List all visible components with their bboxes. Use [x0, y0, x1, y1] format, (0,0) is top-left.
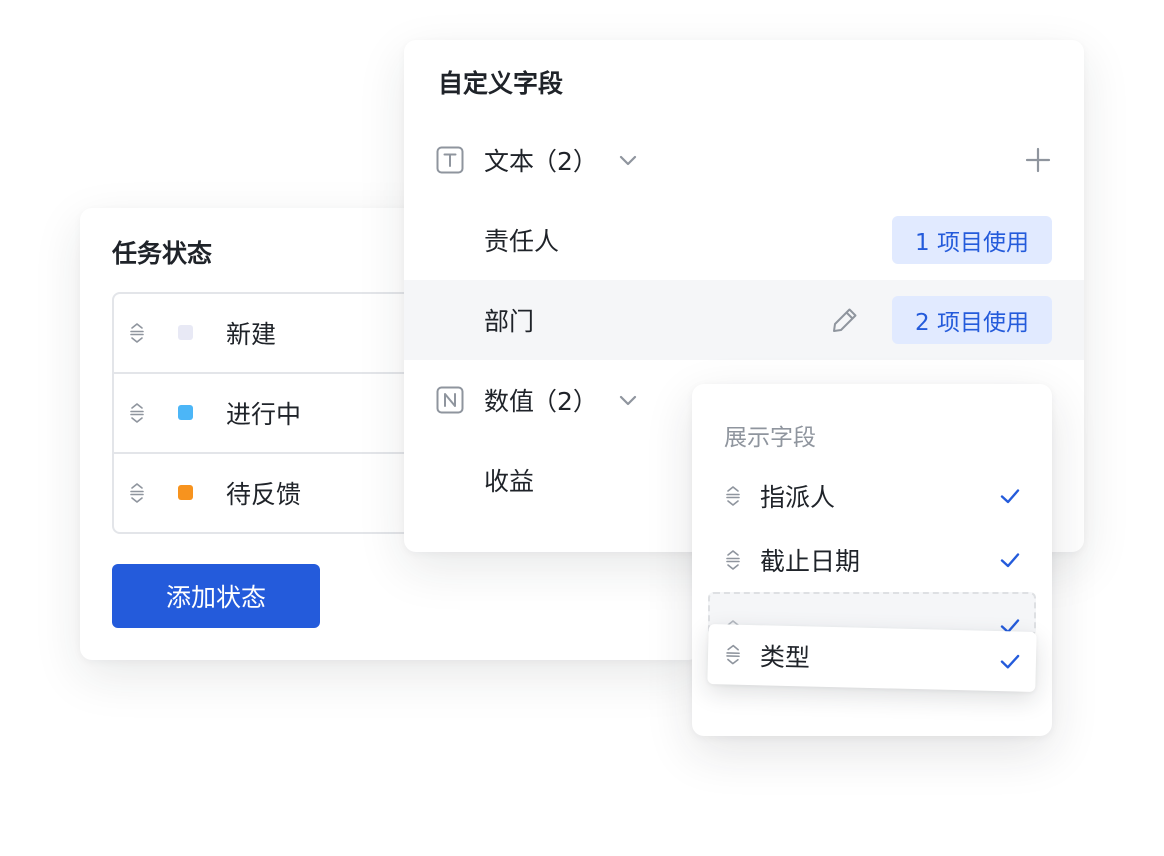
field-group-count: （2） [532, 387, 598, 416]
field-row-assignee[interactable]: 责任人 1 项目使用 [404, 200, 1084, 280]
field-group-text[interactable]: 文本 （2） [404, 120, 1084, 200]
dragging-display-field-row[interactable]: 类型 [707, 624, 1037, 692]
drag-handle-icon[interactable] [128, 321, 146, 345]
display-field-label: 截止日期 [760, 547, 861, 576]
drag-handle-icon[interactable] [724, 548, 742, 572]
check-icon[interactable] [998, 649, 1023, 674]
display-field-label: 指派人 [760, 483, 836, 512]
field-label: 责任人 [484, 227, 560, 256]
status-color-swatch[interactable] [178, 405, 193, 420]
usage-badge[interactable]: 2 项目使用 [892, 296, 1052, 344]
text-type-icon [436, 146, 464, 174]
field-group-count: （2） [532, 147, 598, 176]
drag-handle-icon[interactable] [128, 401, 146, 425]
task-status-title: 任务状态 [112, 239, 213, 268]
chevron-down-icon[interactable] [616, 148, 640, 172]
edit-pencil-icon[interactable] [830, 305, 860, 335]
field-label: 收益 [484, 467, 535, 496]
field-row-department[interactable]: 部门 2 项目使用 [404, 280, 1084, 360]
usage-badge[interactable]: 1 项目使用 [892, 216, 1052, 264]
status-color-swatch[interactable] [178, 325, 193, 340]
status-label[interactable]: 新建 [226, 315, 276, 351]
display-field-row-due-date[interactable]: 截止日期 [708, 530, 1036, 590]
add-status-button[interactable]: 添加状态 [112, 564, 320, 628]
status-color-swatch[interactable] [178, 485, 193, 500]
status-label[interactable]: 待反馈 [226, 475, 301, 511]
field-group-label: 数值 [484, 387, 535, 416]
custom-fields-title: 自定义字段 [438, 69, 564, 98]
add-field-plus-icon[interactable] [1024, 146, 1052, 174]
canvas: 任务状态 新建 进行中 待反馈 添加状态 自定义字段 文本 （2） 责任人 1 … [0, 0, 1164, 856]
status-label[interactable]: 进行中 [226, 395, 301, 431]
display-fields-title: 展示字段 [724, 425, 816, 451]
drag-handle-icon[interactable] [128, 481, 146, 505]
drag-handle-icon[interactable] [724, 642, 743, 666]
chevron-down-icon[interactable] [616, 388, 640, 412]
display-field-row-assignee[interactable]: 指派人 [708, 466, 1036, 526]
display-field-label: 类型 [759, 642, 811, 673]
check-icon[interactable] [998, 484, 1022, 508]
number-type-icon [436, 386, 464, 414]
field-group-label: 文本 [484, 147, 535, 176]
field-label: 部门 [484, 307, 535, 336]
check-icon[interactable] [998, 548, 1022, 572]
drag-handle-icon[interactable] [724, 484, 742, 508]
